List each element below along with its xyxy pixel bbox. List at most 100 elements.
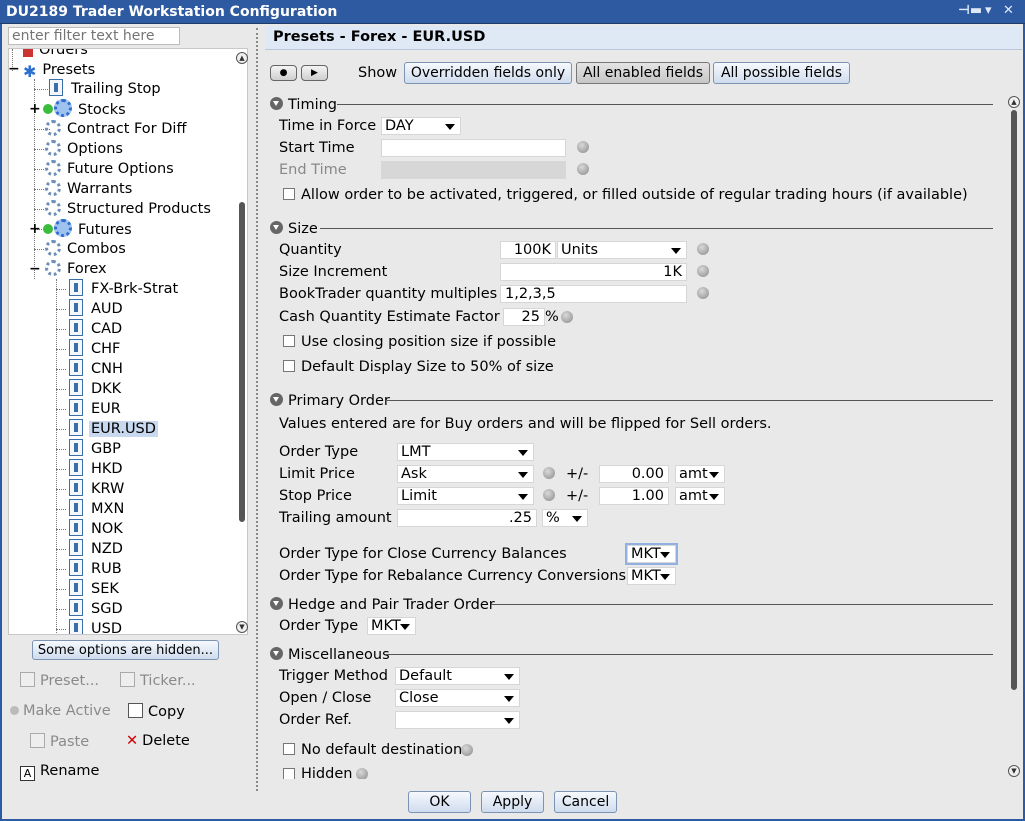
closing-size-checkbox[interactable] — [283, 335, 295, 347]
tree-item-trailing-stop[interactable]: Trailing Stop — [49, 79, 163, 99]
info-icon[interactable] — [543, 467, 555, 479]
tree-scrollbar[interactable]: ▲ ▼ — [236, 52, 248, 634]
tree-item-futures[interactable]: Futures — [43, 219, 134, 239]
copy-button[interactable]: Copy — [128, 703, 185, 720]
filter-input[interactable] — [8, 27, 180, 45]
stop-offset-field[interactable]: 1.00 — [599, 487, 669, 505]
tree-item-fx-brk-strat[interactable]: FX-Brk-Strat — [69, 279, 180, 299]
stop-price-select[interactable]: Limit — [397, 487, 534, 505]
trailing-amount-field[interactable]: .25 — [397, 509, 537, 527]
tree-item-sek[interactable]: SEK — [69, 579, 121, 599]
cancel-button[interactable]: Cancel — [554, 791, 617, 813]
open-close-select[interactable]: Close — [395, 689, 520, 707]
quantity-unit-select[interactable]: Units — [557, 241, 687, 259]
tree-item-presets[interactable]: ✱ Presets — [23, 60, 97, 81]
tree-item-eur[interactable]: EUR — [69, 399, 123, 419]
tif-select[interactable]: DAY — [381, 117, 461, 135]
trailing-unit-select[interactable]: % — [542, 509, 588, 527]
collapse-icon[interactable]: − — [9, 62, 20, 76]
tree-item-forex[interactable]: Forex — [45, 259, 109, 279]
overridden-fields-button[interactable]: Overridden fields only — [404, 62, 572, 84]
scroll-thumb[interactable] — [239, 202, 245, 522]
tree-item-hkd[interactable]: HKD — [69, 459, 125, 479]
cash-factor-field[interactable]: 25 — [503, 308, 545, 326]
display-size-checkbox[interactable] — [283, 360, 295, 372]
tree-item-combos[interactable]: Combos — [45, 239, 128, 259]
paste-button[interactable]: Paste — [30, 733, 89, 750]
all-possible-fields-button[interactable]: All possible fields — [713, 62, 850, 84]
collapse-all-button[interactable]: ● — [270, 65, 297, 81]
start-time-field[interactable] — [381, 139, 566, 157]
info-icon[interactable] — [356, 768, 368, 779]
order-type-select[interactable]: LMT — [397, 443, 534, 461]
window-menu-icon[interactable]: ▾ — [985, 3, 992, 18]
order-ref-select[interactable] — [395, 711, 520, 729]
tree-item-eur-usd[interactable]: EUR.USD — [69, 419, 158, 439]
collapse-icon[interactable]: − — [29, 262, 41, 276]
make-active-button[interactable]: Make Active — [10, 703, 111, 719]
tree-item-krw[interactable]: KRW — [69, 479, 126, 499]
all-enabled-fields-button[interactable]: All enabled fields — [576, 62, 710, 84]
size-increment-field[interactable]: 1K — [500, 263, 687, 281]
info-icon[interactable] — [697, 287, 709, 299]
trigger-method-select[interactable]: Default — [395, 667, 520, 685]
hedge-section-header[interactable]: Hedge and Pair Trader Order — [270, 597, 495, 613]
limit-unit-select[interactable]: amt — [675, 465, 725, 483]
limit-price-select[interactable]: Ask — [397, 465, 534, 483]
settings-scrollbar[interactable]: ▲ ▼ — [1008, 96, 1020, 779]
expand-icon[interactable]: + — [29, 222, 41, 236]
scroll-down-icon[interactable]: ▼ — [1008, 765, 1020, 777]
tree-item-aud[interactable]: AUD — [69, 299, 125, 319]
info-icon[interactable] — [577, 163, 589, 175]
window-titlebar[interactable]: DU2189 Trader Workstation Configuration … — [0, 0, 1025, 24]
tree-item-mxn[interactable]: MXN — [69, 499, 126, 519]
delete-button[interactable]: ✕ Delete — [126, 733, 190, 749]
info-icon[interactable] — [697, 265, 709, 277]
tree-item-usd[interactable]: USD — [69, 619, 124, 634]
expand-icon[interactable]: + — [29, 102, 41, 116]
no-default-dest-checkbox[interactable] — [283, 743, 295, 755]
rebalance-select[interactable]: MKT — [627, 567, 676, 585]
preset-button[interactable]: Preset... — [20, 672, 99, 689]
primary-order-section-header[interactable]: Primary Order — [270, 393, 390, 409]
hidden-checkbox[interactable] — [283, 768, 295, 779]
tree-item-dkk[interactable]: DKK — [69, 379, 123, 399]
booktrader-multiples-field[interactable]: 1,2,3,5 — [500, 285, 687, 303]
pin-icon[interactable]: ⊣▬ — [958, 3, 982, 18]
timing-section-header[interactable]: Timing — [270, 97, 337, 113]
tree-item-nzd[interactable]: NZD — [69, 539, 125, 559]
ok-button[interactable]: OK — [408, 791, 471, 813]
tree-item-nok[interactable]: NOK — [69, 519, 125, 539]
tree-item-rub[interactable]: RUB — [69, 559, 124, 579]
scroll-up-icon[interactable]: ▲ — [236, 52, 248, 64]
ticker-button[interactable]: Ticker... — [120, 672, 196, 689]
quantity-field[interactable]: 100K — [500, 241, 556, 259]
info-icon[interactable] — [461, 744, 473, 756]
size-section-header[interactable]: Size — [270, 221, 318, 237]
tree-item-warrants[interactable]: Warrants — [45, 179, 134, 199]
tree-item-orders[interactable]: Orders — [23, 49, 90, 60]
misc-section-header[interactable]: Miscellaneous — [270, 647, 390, 663]
tree-item-gbp[interactable]: GBP — [69, 439, 123, 459]
expand-all-button[interactable]: ▶ — [301, 65, 328, 81]
hedge-order-type-select[interactable]: MKT — [367, 617, 416, 635]
info-icon[interactable] — [697, 243, 709, 255]
panel-splitter[interactable] — [256, 28, 258, 791]
stop-unit-select[interactable]: amt — [675, 487, 725, 505]
tree-item-sgd[interactable]: SGD — [69, 599, 125, 619]
tree-item-stocks[interactable]: Stocks — [43, 99, 128, 119]
info-icon[interactable] — [543, 489, 555, 501]
close-balances-select[interactable]: MKT — [625, 543, 678, 565]
tree-item-options[interactable]: Options — [45, 139, 125, 159]
scroll-thumb[interactable] — [1011, 110, 1017, 690]
info-icon[interactable] — [561, 311, 573, 323]
tree-item-future-options[interactable]: Future Options — [45, 159, 176, 179]
scroll-down-icon[interactable]: ▼ — [236, 621, 248, 633]
apply-button[interactable]: Apply — [481, 791, 544, 813]
tree-item-structured-products[interactable]: Structured Products — [45, 199, 213, 219]
tree-item-cnh[interactable]: CNH — [69, 359, 125, 379]
info-icon[interactable] — [577, 141, 589, 153]
rename-button[interactable]: A Rename — [20, 763, 99, 781]
limit-offset-field[interactable]: 0.00 — [599, 465, 669, 483]
tree-item-cad[interactable]: CAD — [69, 319, 124, 339]
